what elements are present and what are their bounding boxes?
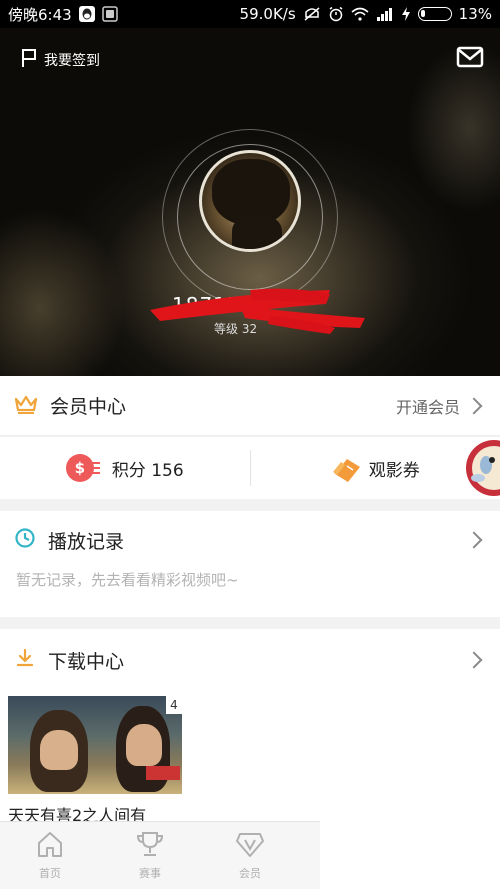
- battery-icon: [417, 7, 452, 21]
- avatar[interactable]: [199, 150, 301, 252]
- tickets-button[interactable]: 观影券: [251, 437, 500, 499]
- play-history-section: 播放记录 暂无记录，先去看看精彩视频吧~: [0, 511, 500, 617]
- nav-vip[interactable]: 会员: [200, 822, 300, 889]
- open-membership-link[interactable]: 开通会员: [396, 394, 486, 418]
- profile-header: 我要签到 1871500 等级 32: [0, 28, 500, 376]
- mute-icon: [303, 6, 321, 22]
- flag-icon: [20, 48, 38, 72]
- nav-vip-label: 会员: [239, 867, 261, 880]
- nav-home[interactable]: 首页: [0, 822, 100, 889]
- download-center-section: 下载中心 4 天天有喜2之人间有: [0, 629, 500, 825]
- battery-percent: 13%: [458, 5, 492, 23]
- download-icon: [14, 647, 36, 673]
- play-history-title: 播放记录: [48, 530, 125, 553]
- tickets-label: 观影券: [368, 460, 420, 481]
- checkin-label: 我要签到: [44, 53, 100, 69]
- vip-diamond-icon: [235, 830, 265, 861]
- blank-overlay: [320, 798, 500, 889]
- episode-count-badge: 4: [166, 696, 182, 714]
- play-history-empty: 暂无记录，先去看看精彩视频吧~: [16, 571, 239, 589]
- network-speed: 59.0K/s: [239, 5, 296, 23]
- chevron-right-icon: [465, 531, 483, 549]
- nav-events-label: 赛事: [139, 867, 161, 880]
- nav-events[interactable]: 赛事: [100, 822, 200, 889]
- mail-icon[interactable]: [456, 46, 484, 68]
- play-history-row[interactable]: 播放记录: [0, 511, 500, 569]
- downloaded-video-card[interactable]: 4 天天有喜2之人间有: [8, 696, 182, 826]
- checkin-button[interactable]: 我要签到: [20, 48, 100, 72]
- user-level: 等级 32: [214, 322, 258, 336]
- signal-icon: [376, 7, 394, 21]
- home-icon: [35, 830, 65, 861]
- app-notification-icon: [101, 6, 118, 22]
- status-bar: 傍晚6:43 59.0K/s 13%: [0, 0, 500, 28]
- user-id: 1871500: [172, 293, 269, 317]
- open-membership-label: 开通会员: [395, 397, 460, 417]
- bottom-nav: 首页 赛事 会员: [0, 821, 320, 889]
- points-row: $ 积分 156 观影券: [0, 437, 500, 499]
- member-center-row[interactable]: 会员中心 开通会员: [0, 376, 500, 436]
- points-label: 积分 156: [111, 460, 184, 481]
- nav-home-label: 首页: [39, 867, 61, 880]
- alarm-icon: [328, 6, 344, 22]
- status-time: 傍晚6:43: [8, 5, 72, 24]
- charging-icon: [401, 7, 411, 21]
- crown-icon: [14, 394, 38, 418]
- coin-icon: $: [65, 454, 100, 482]
- mascot-float-icon[interactable]: [464, 438, 500, 496]
- clock-icon: [14, 527, 36, 553]
- wifi-icon: [351, 7, 369, 21]
- ticket-icon: [331, 456, 361, 482]
- chevron-right-icon: [465, 651, 483, 669]
- qq-icon: [78, 5, 96, 23]
- chevron-right-icon: [465, 397, 483, 414]
- trophy-icon: [135, 830, 165, 861]
- video-thumbnail: 4: [8, 696, 182, 794]
- member-center-title: 会员中心: [50, 396, 127, 418]
- download-center-row[interactable]: 下载中心: [0, 629, 500, 691]
- points-button[interactable]: $ 积分 156: [0, 437, 250, 499]
- download-center-title: 下载中心: [48, 650, 125, 673]
